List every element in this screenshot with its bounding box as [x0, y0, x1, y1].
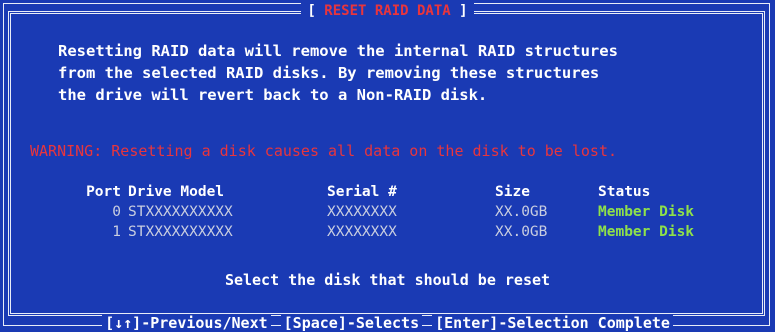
- footer-hint-selection-complete: [Enter]-Selection Complete: [432, 314, 673, 332]
- key-help-bar: [↓↑]-Previous/Next [Space]-Selects [Enter]…: [0, 314, 775, 332]
- footer-hint-selects: [Space]-Selects: [280, 314, 423, 332]
- title-bracket-left: [: [307, 3, 316, 19]
- cell-drive-model: STXXXXXXXXXX: [128, 224, 233, 240]
- cell-port: 1: [112, 224, 121, 240]
- intro-line: Resetting RAID data will remove the inte…: [58, 42, 618, 60]
- cell-size: XX.0GB: [495, 224, 548, 240]
- intro-text: Resetting RAID data will remove the inte…: [58, 40, 758, 106]
- header-serial: Serial #: [327, 184, 397, 200]
- intro-line: from the selected RAID disks. By removin…: [58, 64, 600, 82]
- cell-size: XX.0GB: [495, 204, 548, 220]
- table-row[interactable]: 1 STXXXXXXXXXX XXXXXXXX XX.0GB Member Di…: [0, 223, 775, 242]
- cell-status: Member Disk: [598, 224, 695, 240]
- cell-serial: XXXXXXXX: [327, 224, 397, 240]
- title-text: RESET RAID DATA: [324, 3, 451, 19]
- header-size: Size: [495, 184, 530, 200]
- cell-port: 0: [112, 204, 121, 220]
- table-row[interactable]: 0 STXXXXXXXXXX XXXXXXXX XX.0GB Member Di…: [0, 203, 775, 222]
- title-bracket-right: ]: [459, 3, 468, 19]
- dialog-title: [ RESET RAID DATA ]: [0, 2, 775, 20]
- intro-line: the drive will revert back to a Non-RAID…: [58, 86, 488, 104]
- table-header: Port Drive Model Serial # Size Status: [0, 183, 775, 202]
- cell-drive-model: STXXXXXXXXXX: [128, 204, 233, 220]
- cell-status: Member Disk: [598, 204, 695, 220]
- warning-text: WARNING: Resetting a disk causes all dat…: [30, 142, 617, 160]
- cell-serial: XXXXXXXX: [327, 204, 397, 220]
- header-port: Port: [86, 184, 121, 200]
- select-prompt: Select the disk that should be reset: [224, 271, 551, 289]
- footer-hint-previous-next: [↓↑]-Previous/Next: [102, 314, 271, 332]
- header-drive-model: Drive Model: [128, 184, 225, 200]
- header-status: Status: [598, 184, 651, 200]
